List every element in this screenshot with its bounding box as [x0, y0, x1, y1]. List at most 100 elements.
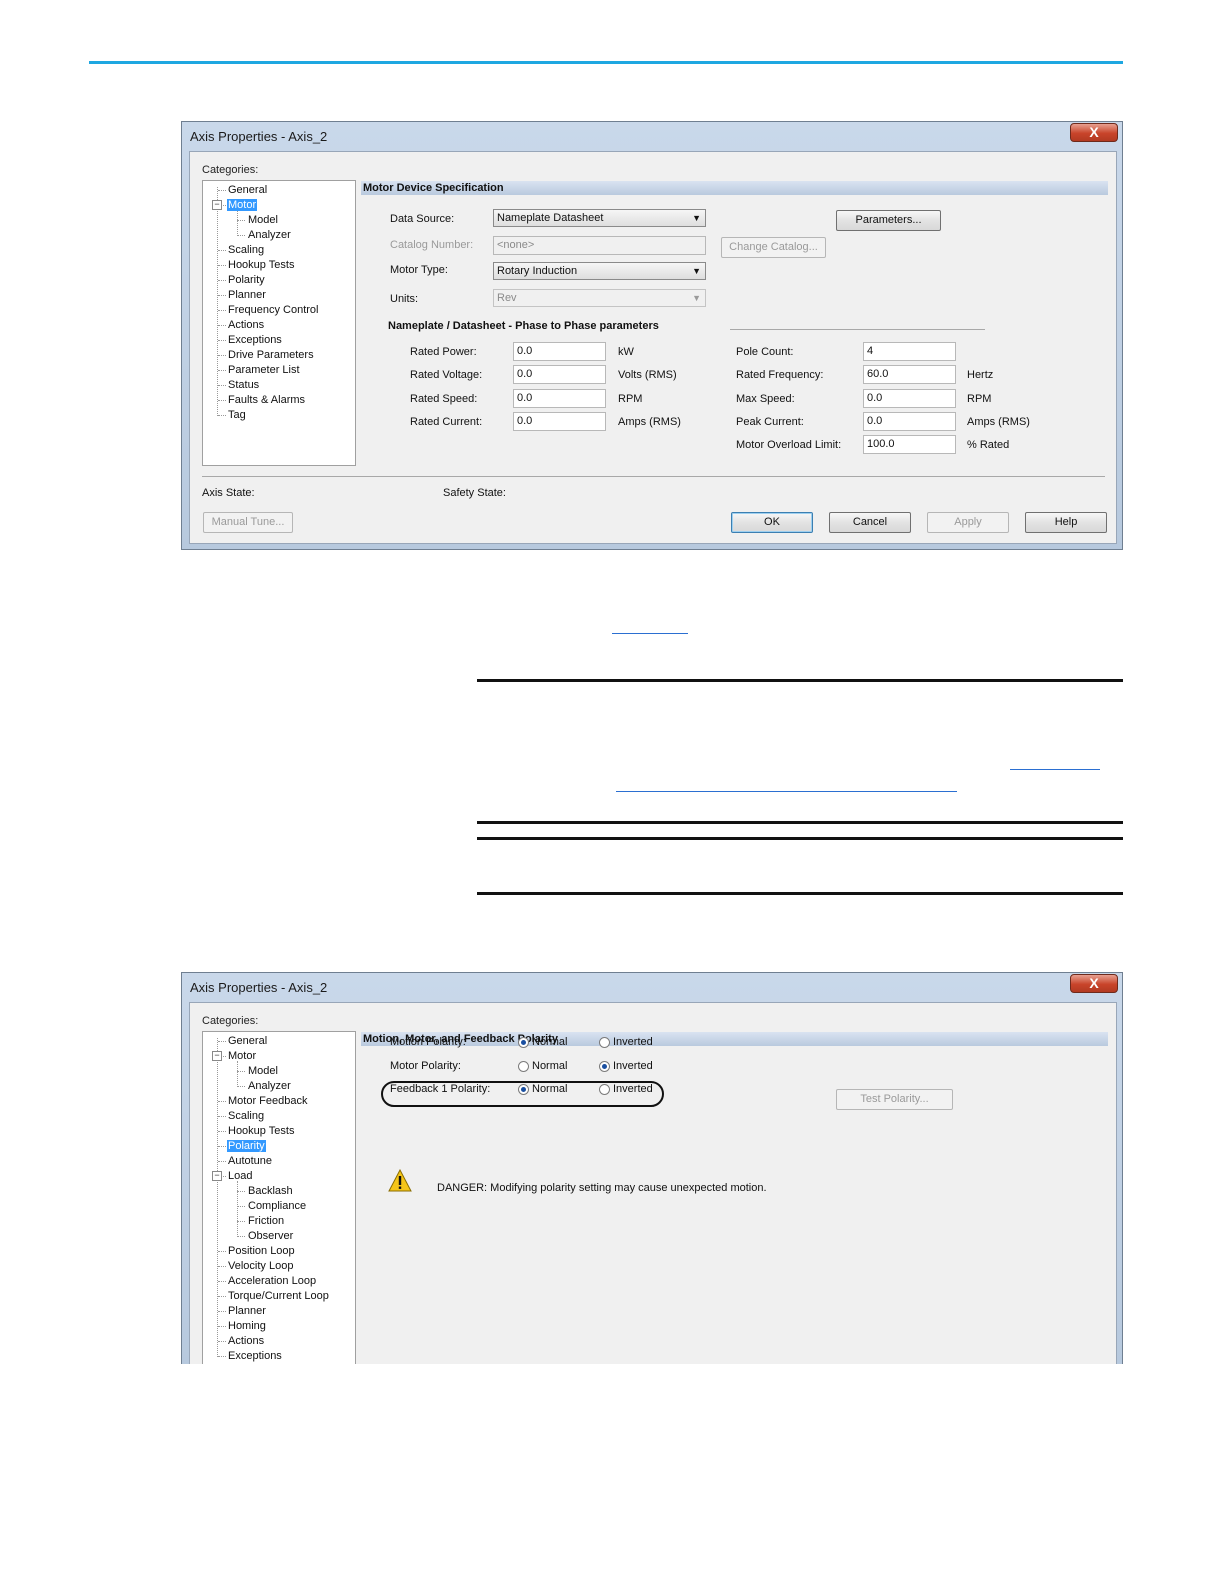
categories-tree: General − Motor Model Analyzer Scaling Hookup … — [202, 180, 356, 466]
test-polarity-button[interactable]: Test Polarity... — [836, 1089, 953, 1110]
polarity-radio-inverted[interactable] — [599, 1037, 610, 1048]
tree-item[interactable]: Analyzer — [247, 1079, 292, 1093]
tree-item[interactable]: Scaling — [227, 1109, 265, 1123]
tree-connector-line — [218, 1116, 226, 1117]
tree-item[interactable]: Analyzer — [247, 228, 292, 242]
tree-item-label: Parameter List — [228, 364, 300, 376]
tree-item[interactable]: Position Loop — [227, 1244, 296, 1258]
window-title: Axis Properties - Axis_2 — [190, 980, 328, 995]
help-button[interactable]: Help — [1025, 512, 1107, 533]
tree-item[interactable]: Actions — [227, 318, 265, 332]
dropdown-arrow-icon: ▼ — [692, 266, 701, 276]
tree-item-label: Analyzer — [248, 229, 291, 241]
data-source-select[interactable]: Nameplate Datasheet ▼ — [493, 209, 706, 227]
tree-item[interactable]: Autotune — [227, 1154, 273, 1168]
field-label: Rated Current: — [410, 415, 483, 428]
polarity-radio-inverted[interactable] — [599, 1060, 610, 1072]
dialog-client-area: Categories: General − Motor Model Analyzer Mo… — [189, 1002, 1117, 1364]
tree-item[interactable]: Hookup Tests — [227, 258, 295, 272]
field-input[interactable]: 0.0 — [513, 365, 606, 385]
tree-item[interactable]: Exceptions — [227, 1349, 283, 1363]
tree-item[interactable]: Planner — [227, 288, 267, 302]
tree-item[interactable]: Planner — [227, 1304, 267, 1318]
tree-item[interactable]: Homing — [227, 1319, 267, 1333]
units-label: Units: — [390, 293, 419, 305]
tree-connector-line — [218, 385, 226, 386]
collapse-minus-icon[interactable]: − — [212, 200, 222, 210]
tree-item-label: Hookup Tests — [228, 259, 295, 271]
field-input[interactable]: 0.0 — [863, 388, 956, 408]
tree-item[interactable]: Drive Parameters — [227, 348, 315, 362]
tree-item-label: Planner — [228, 289, 266, 301]
tree-item-label: Faults & Alarms — [228, 394, 306, 406]
polarity-label: Motor Polarity: — [390, 1059, 461, 1072]
polarity-radio-normal[interactable] — [518, 1060, 529, 1072]
close-button[interactable]: X — [1070, 123, 1118, 142]
tree-item-label: Velocity Loop — [228, 1260, 294, 1272]
tree-item[interactable]: Friction — [247, 1214, 285, 1228]
tree-item-label: Position Loop — [228, 1245, 295, 1257]
tree-item-label: Actions — [228, 319, 265, 331]
change-catalog-button[interactable]: Change Catalog... — [721, 237, 826, 258]
tree-connector-line — [218, 1146, 226, 1147]
parameters-button[interactable]: Parameters... — [836, 210, 941, 231]
close-button[interactable]: X — [1070, 974, 1118, 993]
tree-connector-line — [218, 310, 226, 311]
polarity-radio-normal[interactable] — [518, 1037, 529, 1048]
tree-item[interactable]: General — [227, 1034, 268, 1048]
manual-tune-button[interactable]: Manual Tune... — [203, 512, 293, 533]
tip-bottom-rule — [477, 892, 1123, 895]
tree-item[interactable]: Motor Feedback — [227, 1094, 308, 1108]
tree-item[interactable]: Backlash — [247, 1184, 294, 1198]
tree-item[interactable]: Model — [247, 213, 279, 227]
tree-item[interactable]: Observer — [247, 1229, 294, 1243]
motor-type-select[interactable]: Rotary Induction ▼ — [493, 262, 706, 280]
hyperlink-underline[interactable] — [616, 791, 957, 792]
field-input[interactable]: 4 — [863, 342, 956, 361]
tree-item[interactable]: Compliance — [247, 1199, 307, 1213]
field-input[interactable]: 0.0 — [513, 342, 606, 361]
tree-item[interactable]: Exceptions — [227, 333, 283, 347]
units-select[interactable]: Rev ▼ — [493, 289, 706, 307]
hyperlink-underline[interactable] — [612, 633, 688, 634]
tree-item[interactable]: Model — [247, 1064, 279, 1078]
tree-item[interactable]: Status — [227, 378, 260, 392]
field-input[interactable]: 60.0 — [863, 365, 956, 385]
field-input[interactable]: 0.0 — [513, 388, 606, 408]
field-label: Rated Frequency: — [736, 369, 824, 382]
polarity-option-label: Normal — [532, 1036, 568, 1048]
tree-item[interactable]: Tag — [227, 408, 247, 422]
section-header: Motor Device Specification — [361, 181, 1108, 195]
field-unit: Volts (RMS) — [618, 369, 677, 382]
tree-item[interactable]: Actions — [227, 1334, 265, 1348]
tree-connector-line — [218, 1356, 226, 1357]
polarity-option-label: Inverted — [613, 1036, 653, 1048]
tree-connector-line — [237, 1061, 238, 1087]
catalog-number-field[interactable]: <none> — [493, 236, 706, 255]
field-input[interactable]: 0.0 — [863, 411, 956, 431]
tree-item[interactable]: Hookup Tests — [227, 1124, 295, 1138]
tree-item[interactable]: Torque/Current Loop — [227, 1289, 330, 1303]
ok-button[interactable]: OK — [731, 512, 813, 533]
collapse-minus-icon[interactable]: − — [212, 1171, 222, 1181]
tree-item[interactable]: Parameter List — [227, 363, 301, 377]
tree-item[interactable]: Motor — [227, 198, 258, 212]
tree-item-label: Frequency Control — [228, 304, 319, 316]
tree-item[interactable]: Frequency Control — [227, 303, 320, 317]
hyperlink-underline[interactable] — [1010, 769, 1100, 770]
tree-item[interactable]: Polarity — [227, 273, 266, 287]
tree-item[interactable]: Motor — [227, 1049, 257, 1063]
apply-button[interactable]: Apply — [927, 512, 1009, 533]
tree-item[interactable]: Polarity — [227, 1139, 266, 1153]
field-input[interactable]: 0.0 — [513, 411, 606, 431]
tree-item[interactable]: General — [227, 183, 268, 197]
cancel-button[interactable]: Cancel — [829, 512, 911, 533]
tree-item[interactable]: Velocity Loop — [227, 1259, 294, 1273]
field-input[interactable]: 100.0 — [863, 435, 956, 455]
collapse-minus-icon[interactable]: − — [212, 1051, 222, 1061]
tree-item[interactable]: Load — [227, 1169, 253, 1183]
tree-item[interactable]: Scaling — [227, 243, 265, 257]
tree-connector-line — [218, 370, 226, 371]
tree-item[interactable]: Acceleration Loop — [227, 1274, 317, 1288]
tree-item[interactable]: Faults & Alarms — [227, 393, 306, 407]
